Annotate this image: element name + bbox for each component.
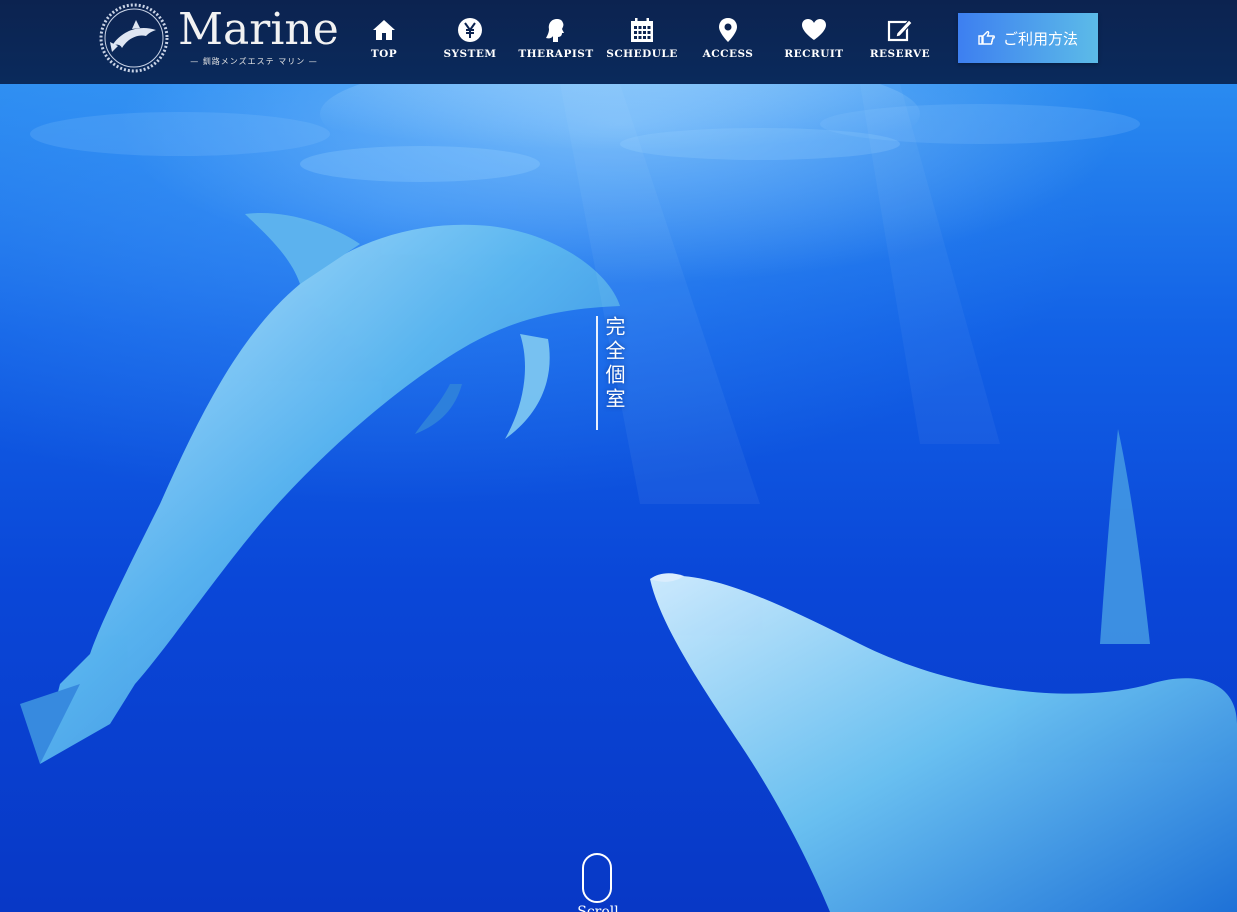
dolphins-photo xyxy=(20,84,1237,912)
nav-recruit[interactable]: RECRUIT xyxy=(771,0,857,84)
usage-guide-button[interactable]: ご利用方法 xyxy=(958,13,1098,63)
hero-catchphrase-text: 完全個室 xyxy=(602,316,626,412)
dolphin-emblem-icon xyxy=(99,3,169,73)
yen-icon xyxy=(458,18,482,42)
logo-subtitle: — 釧路メンズエステ マリン — xyxy=(190,57,318,66)
nav-label: SYSTEM xyxy=(443,48,497,60)
hero-section: 完全個室 Scroll xyxy=(0,84,1237,912)
nav-top[interactable]: TOP xyxy=(341,0,427,84)
home-icon xyxy=(373,20,395,40)
nav-access[interactable]: ACCESS xyxy=(685,0,771,84)
scroll-label: Scroll xyxy=(577,904,619,912)
site-header: Marine — 釧路メンズエステ マリン — TOP SYSTEM THERA… xyxy=(0,0,1237,84)
scroll-indicator[interactable] xyxy=(582,853,612,903)
nav-system[interactable]: SYSTEM xyxy=(427,0,513,84)
nav-label: SCHEDULE xyxy=(606,48,678,60)
pointing-hand-icon xyxy=(978,31,995,45)
nav-schedule[interactable]: SCHEDULE xyxy=(599,0,685,84)
nav-label: ACCESS xyxy=(702,48,754,60)
usage-guide-label: ご利用方法 xyxy=(1002,29,1078,48)
nav-label: TOP xyxy=(370,48,398,60)
map-pin-icon xyxy=(719,18,737,42)
heart-icon xyxy=(802,19,826,40)
logo-wordmark: Marine xyxy=(178,4,339,55)
nav-label: THERAPIST xyxy=(518,48,594,60)
woman-profile-icon xyxy=(546,19,564,42)
nav-therapist[interactable]: THERAPIST xyxy=(513,0,599,84)
edit-note-icon xyxy=(887,19,913,42)
hero-catchphrase: 完全個室 xyxy=(596,316,626,430)
site-logo[interactable]: Marine — 釧路メンズエステ マリン — xyxy=(98,2,339,76)
nav-label: RESERVE xyxy=(869,48,931,60)
calendar-icon xyxy=(631,18,653,42)
nav-reserve[interactable]: RESERVE xyxy=(857,0,943,84)
main-nav: TOP SYSTEM THERAPIST SCHEDULE ACCESS REC… xyxy=(341,0,943,84)
nav-label: RECRUIT xyxy=(784,48,844,60)
